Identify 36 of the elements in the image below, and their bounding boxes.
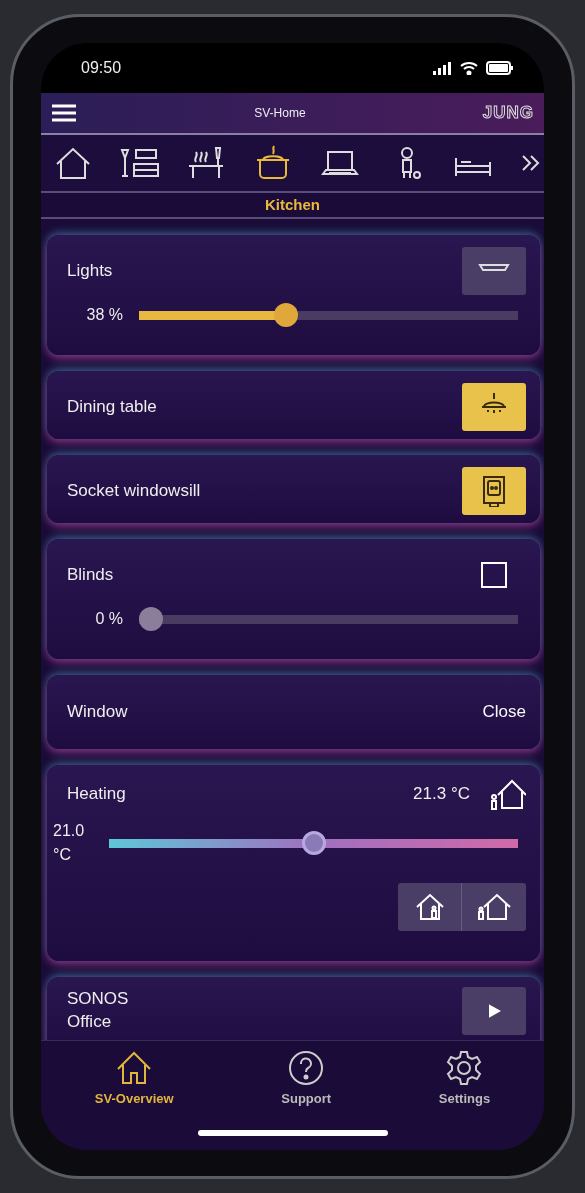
device-name: Heating (67, 783, 126, 806)
nav-tab[interactable]: Support (275, 1047, 338, 1110)
room-label: Kitchen (265, 194, 320, 215)
speaker-room: Office (67, 1011, 113, 1033)
close-button[interactable]: Close (482, 701, 526, 722)
brand-logo: JUNG (482, 102, 534, 125)
toggle-button[interactable] (462, 383, 526, 431)
house-person-icon (476, 893, 512, 921)
temperature-reading: 21.3 °C (413, 783, 470, 806)
menu-icon[interactable] (51, 103, 77, 123)
battery-icon (486, 61, 514, 75)
play-icon (487, 1004, 501, 1018)
device-name: Dining table (67, 396, 157, 419)
nav-tab[interactable]: SV-Overview (88, 1047, 180, 1110)
house-person-button[interactable] (462, 883, 526, 931)
house-person-button[interactable] (398, 883, 462, 931)
play-button[interactable] (462, 987, 526, 1035)
house-person-icon (414, 893, 445, 921)
device-name: Lights (67, 260, 113, 283)
speaker-name: SONOS (67, 988, 129, 1011)
device-name: Blinds (67, 564, 114, 587)
signal-icon (432, 61, 452, 75)
status-time: 09:50 (81, 58, 122, 78)
device-name: Window (67, 701, 128, 723)
device-name: Socket windowsill (67, 480, 201, 503)
slider-thumb[interactable] (301, 831, 326, 855)
level-reading: 0 % (94, 609, 123, 629)
level-reading: 38 % (85, 305, 123, 325)
toggle-button[interactable] (462, 247, 526, 295)
wifi-icon (460, 61, 478, 75)
setpoint-reading: 21.0 °C (53, 821, 86, 865)
chevron-right-icon[interactable] (519, 153, 540, 173)
nav-tab[interactable]: Settings (432, 1047, 497, 1110)
toggle-button[interactable] (462, 467, 526, 515)
slider-thumb[interactable] (139, 607, 163, 631)
app-title: SV-Home (254, 105, 306, 122)
